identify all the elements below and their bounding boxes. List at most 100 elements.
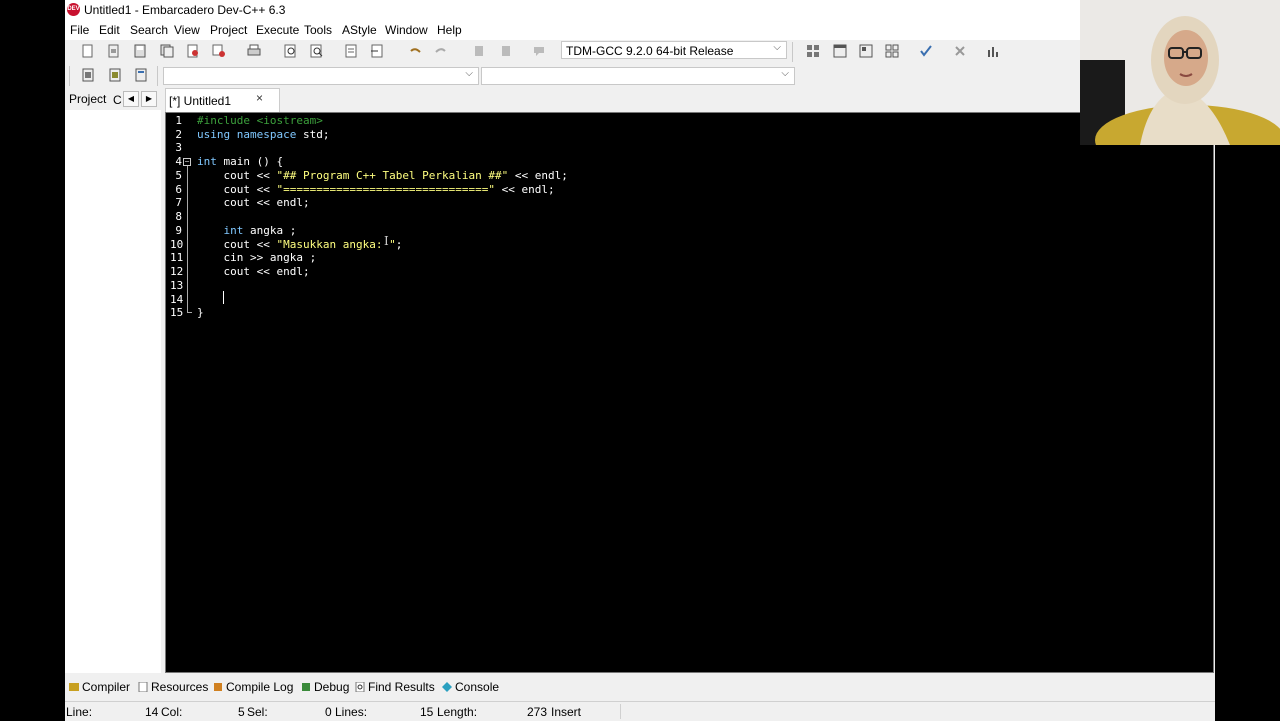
resources-icon	[138, 681, 148, 693]
syntax-check-icon[interactable]	[919, 44, 933, 58]
tab-compile-log[interactable]: Compile Log	[213, 680, 293, 694]
menu-view[interactable]: View	[174, 23, 200, 37]
find-icon[interactable]	[284, 44, 298, 58]
title-bar: DEV Untitled1 - Embarcadero Dev-C++ 6.3	[65, 0, 1215, 20]
compile-log-icon	[213, 681, 223, 691]
save-all-icon[interactable]	[160, 44, 174, 58]
code-keyword: using namespace	[197, 128, 297, 141]
line-number: 6	[175, 183, 182, 196]
class-browser-icon[interactable]	[134, 68, 148, 82]
tab-label: Resources	[151, 680, 209, 694]
goto-line-icon[interactable]	[344, 44, 358, 58]
tab-compiler[interactable]: Compiler	[69, 680, 130, 694]
tab-classes[interactable]: C	[113, 93, 122, 107]
menu-astyle[interactable]: AStyle	[342, 23, 377, 37]
insert-code-icon[interactable]	[108, 68, 122, 82]
code-string: "## Program C++ Tabel Perkalian ##"	[276, 169, 509, 182]
chevron-down-icon: ⌵	[465, 68, 473, 79]
line-number: 11	[170, 251, 184, 264]
code-editor[interactable]: 1 2 3 4 5 6 7 8 9 10 11 12 13 14 15 − #i…	[165, 112, 1214, 673]
comment-icon[interactable]	[532, 44, 546, 58]
webcam-overlay	[1080, 0, 1280, 145]
ide-window: DEV Untitled1 - Embarcadero Dev-C++ 6.3 …	[65, 0, 1280, 721]
code-text: std;	[296, 128, 330, 141]
print-icon[interactable]	[247, 44, 261, 58]
project-panel: Project C ◀ ▶	[65, 88, 161, 673]
console-icon	[442, 681, 452, 692]
tab-find-results[interactable]: Find Results	[355, 680, 435, 694]
status-line-value: 14	[145, 705, 159, 719]
status-length-label: Length:	[437, 705, 478, 719]
close-icon[interactable]: ×	[256, 91, 263, 105]
compile-icon[interactable]	[806, 44, 820, 58]
status-sel-label: Sel:	[247, 705, 268, 719]
menu-edit[interactable]: Edit	[99, 23, 120, 37]
new-project-icon[interactable]	[81, 68, 95, 82]
class-toolbar: ⌵ ⌵	[65, 65, 1215, 87]
status-lines-value: 15	[420, 705, 434, 719]
tab-resources[interactable]: Resources	[138, 680, 208, 694]
status-lines-label: Lines:	[335, 705, 368, 719]
tab-label: Debug	[314, 680, 350, 694]
tab-project[interactable]: Project	[69, 92, 106, 106]
tab-scroll-left-icon[interactable]: ◀	[123, 91, 139, 107]
devcpp-logo-icon: DEV	[67, 3, 80, 16]
menu-search[interactable]: Search	[130, 23, 168, 37]
tab-label: [*] Untitled1	[169, 94, 232, 108]
tab-console[interactable]: Console	[442, 680, 499, 694]
compiler-select[interactable]: TDM-GCC 9.2.0 64-bit Release ⌵	[561, 41, 787, 59]
menu-window[interactable]: Window	[385, 23, 428, 37]
tab-debug[interactable]: Debug	[301, 680, 349, 694]
indent-icon[interactable]	[472, 44, 486, 58]
fold-guide	[187, 166, 188, 312]
code-line: using namespace std;	[197, 128, 329, 141]
class-select[interactable]: ⌵	[163, 67, 479, 85]
code-text: ;	[395, 238, 403, 251]
new-file-icon[interactable]	[81, 44, 95, 58]
compiler-select-value: TDM-GCC 9.2.0 64-bit Release	[566, 44, 734, 58]
code-line: int main () {	[197, 155, 283, 168]
status-line-label: Line:	[66, 705, 93, 719]
toggle-bookmark-icon[interactable]	[370, 44, 384, 58]
status-separator	[620, 704, 621, 719]
line-number: 1	[175, 114, 182, 127]
stop-execution-icon[interactable]	[953, 44, 967, 58]
member-select[interactable]: ⌵	[481, 67, 795, 85]
profile-icon[interactable]	[986, 44, 1000, 58]
main-toolbar: TDM-GCC 9.2.0 64-bit Release ⌵	[65, 41, 1215, 63]
tab-scroll-right-icon[interactable]: ▶	[141, 91, 157, 107]
code-line: }	[197, 306, 204, 319]
status-length-value: 273	[527, 705, 548, 719]
menu-execute[interactable]: Execute	[256, 23, 299, 37]
unindent-icon[interactable]	[499, 44, 513, 58]
code-line: cout << "## Program C++ Tabel Perkalian …	[197, 169, 567, 182]
run-icon[interactable]	[833, 44, 847, 58]
menu-file[interactable]: File	[70, 23, 89, 37]
tab-untitled1[interactable]: [*] Untitled1 ×	[165, 88, 280, 112]
code-keyword: int	[223, 224, 244, 237]
menu-tools[interactable]: Tools	[304, 23, 332, 37]
menu-help[interactable]: Help	[437, 23, 462, 37]
undo-icon[interactable]	[408, 44, 422, 58]
toolbar-grip	[69, 66, 70, 86]
close-all-icon[interactable]	[212, 44, 226, 58]
code-text: << endl;	[495, 183, 555, 196]
menu-project[interactable]: Project	[210, 23, 247, 37]
redo-icon[interactable]	[434, 44, 448, 58]
close-file-icon[interactable]	[186, 44, 200, 58]
fold-collapse-icon[interactable]: −	[183, 158, 191, 166]
rebuild-all-icon[interactable]	[885, 44, 899, 58]
compile-run-icon[interactable]	[859, 44, 873, 58]
code-line: cout << "===============================…	[197, 183, 555, 196]
find-results-icon	[355, 681, 365, 693]
code-string: "Masukkan angka: "	[276, 238, 396, 251]
save-icon[interactable]	[133, 44, 147, 58]
code-text: cout <<	[197, 183, 277, 196]
debug-icon	[301, 681, 311, 691]
replace-icon[interactable]	[310, 44, 324, 58]
code-text: cout <<	[197, 169, 277, 182]
line-number: 9	[175, 224, 182, 237]
code-line: cin >> angka ;	[197, 251, 317, 264]
output-tabs: Compiler Resources Compile Log Debug Fin…	[65, 677, 1215, 697]
open-file-icon[interactable]	[107, 44, 121, 58]
